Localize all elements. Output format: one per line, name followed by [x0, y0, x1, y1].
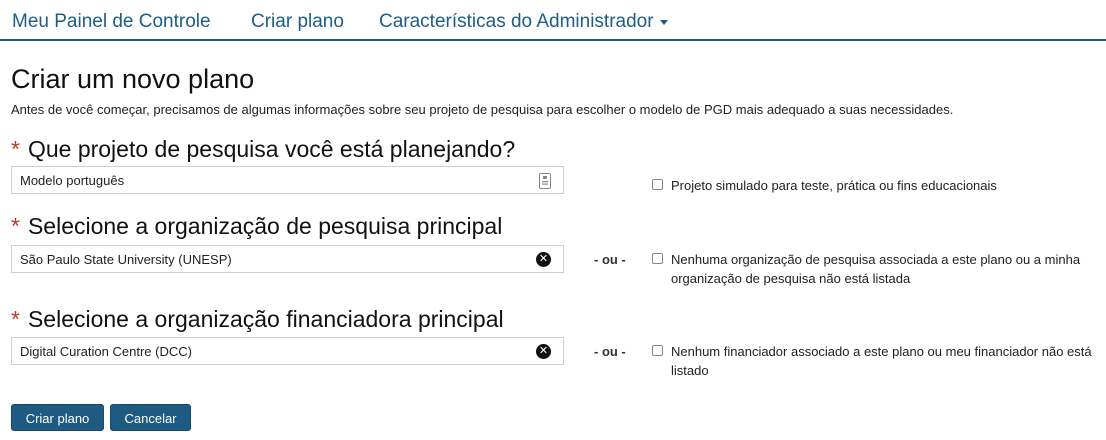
top-nav: Meu Painel de Controle Criar plano Carac…	[0, 0, 1106, 41]
project-title-value: Modelo português	[20, 173, 125, 188]
research-org-question-label: Selecione a organização de pesquisa prin…	[27, 213, 503, 239]
no-research-org-label: Nenhuma organização de pesquisa associad…	[671, 252, 1081, 286]
project-question-label: Que projeto de pesquisa você está planej…	[27, 136, 516, 162]
research-org-question: * Selecione a organização de pesquisa pri…	[11, 213, 502, 240]
funder-org-input[interactable]: Digital Curation Centre (DCC) ✕	[11, 337, 564, 365]
no-research-org-checkbox[interactable]	[652, 253, 663, 264]
no-funder-label: Nenhum financiador associado a este plan…	[671, 344, 1092, 378]
research-org-input[interactable]: São Paulo State University (UNESP) ✕	[11, 245, 564, 273]
project-question: * Que projeto de pesquisa você está plane…	[11, 136, 515, 163]
clear-x-icon[interactable]: ✕	[536, 344, 551, 359]
create-plan-button[interactable]: Criar plano	[11, 404, 104, 431]
cancel-button[interactable]: Cancelar	[110, 404, 191, 431]
clear-x-icon[interactable]: ✕	[536, 252, 551, 267]
no-funder-checkbox[interactable]	[652, 345, 663, 356]
nav-admin-features[interactable]: Características do Administrador	[379, 11, 668, 33]
caret-down-icon	[659, 20, 668, 26]
required-marker: *	[11, 136, 20, 162]
nav-create-plan[interactable]: Criar plano	[251, 11, 344, 33]
required-marker: *	[11, 306, 20, 332]
funder-question: * Selecione a organização financiadora pr…	[11, 306, 504, 333]
or-separator: - ou -	[594, 344, 626, 359]
nav-admin-features-label: Características do Administrador	[379, 11, 654, 32]
funder-org-value: Digital Curation Centre (DCC)	[20, 344, 192, 359]
research-org-value: São Paulo State University (UNESP)	[20, 252, 232, 267]
required-marker: *	[11, 213, 20, 239]
page-intro: Antes de você começar, precisamos de alg…	[11, 102, 954, 117]
contact-card-icon	[539, 173, 551, 192]
funder-question-label: Selecione a organização financiadora pri…	[27, 306, 504, 332]
page-title: Criar um novo plano	[11, 64, 255, 94]
nav-my-dashboard[interactable]: Meu Painel de Controle	[12, 11, 211, 33]
project-title-input[interactable]: Modelo português	[11, 166, 564, 194]
or-separator: - ou -	[594, 252, 626, 267]
mock-project-checkbox[interactable]	[652, 179, 663, 190]
mock-project-label: Projeto simulado para teste, prática ou …	[671, 178, 997, 193]
